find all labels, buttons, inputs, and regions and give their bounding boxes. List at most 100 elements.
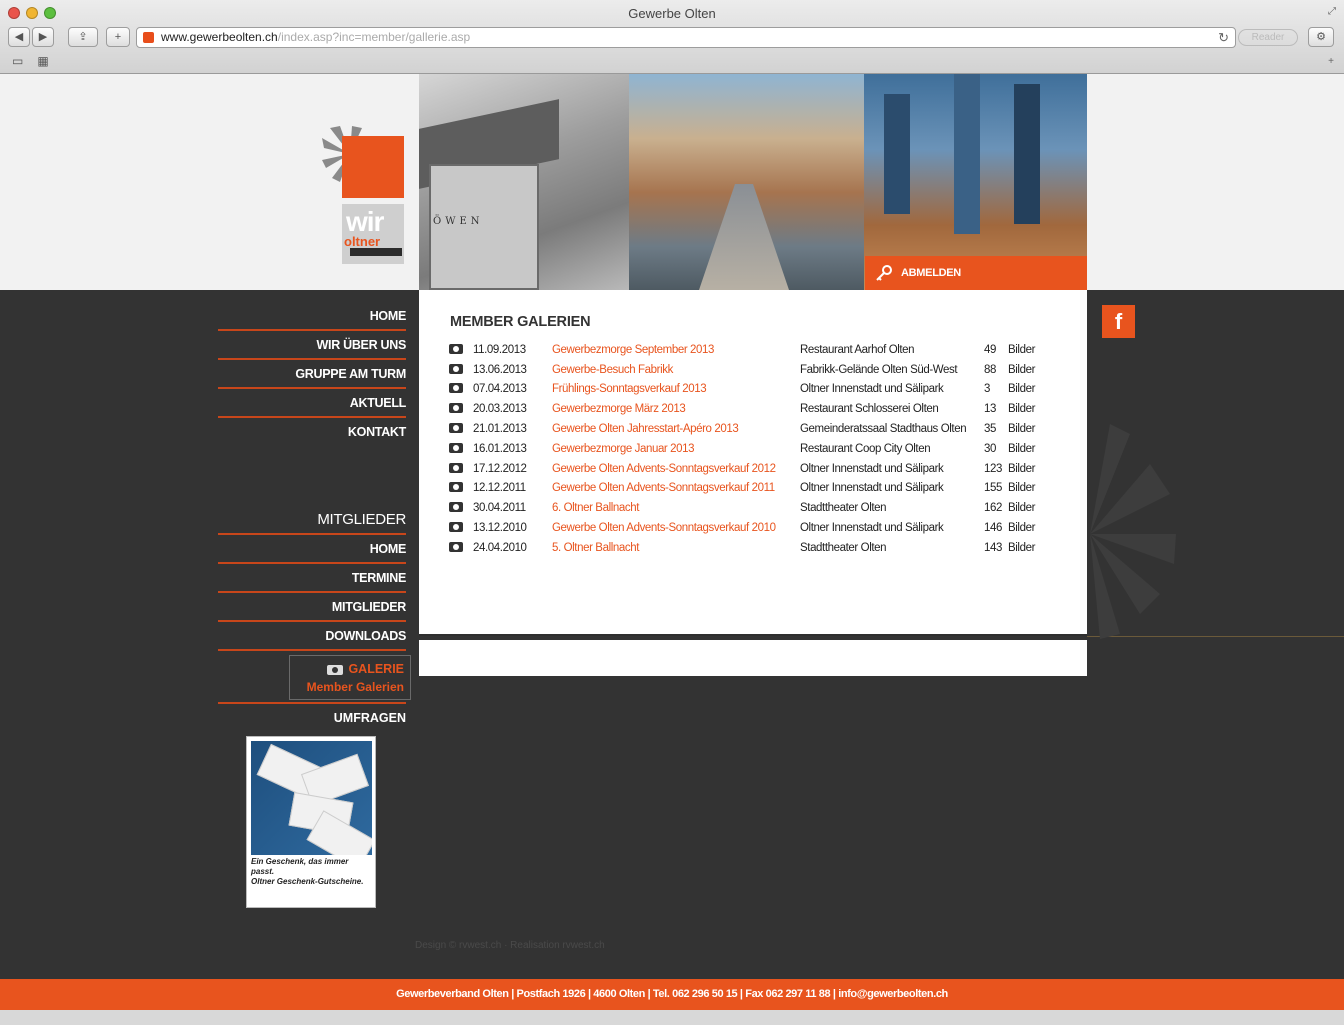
gallery-content-panel: MEMBER GALERIEN 11.09.2013 Gewerbezmorge …: [419, 290, 1087, 636]
nav-item-wir-ueber-uns[interactable]: WIR ÜBER UNS: [218, 331, 406, 360]
nav-item-gruppe-am-turm[interactable]: GRUPPE AM TURM: [218, 360, 406, 389]
members-heading: MITGLIEDER: [218, 506, 406, 535]
camera-icon: [449, 482, 463, 493]
gallery-location: Stadttheater Olten: [800, 541, 887, 554]
gallery-event-link[interactable]: 5. Oltner Ballnacht: [552, 538, 800, 558]
back-button[interactable]: ◀: [8, 27, 30, 47]
gallery-image-unit: Bilder: [1008, 363, 1036, 376]
gallery-image-unit: Bilder: [1008, 423, 1036, 436]
table-row: 07.04.2013 Frühlings-Sonntagsverkauf 2013…: [449, 380, 1048, 400]
camera-icon: [449, 462, 463, 473]
gallery-image-unit: Bilder: [1008, 442, 1036, 455]
gallery-event-link[interactable]: Frühlings-Sonntagsverkauf 2013: [552, 380, 800, 400]
galerie-label: GALERIE: [348, 662, 404, 676]
gallery-image-count: 13: [984, 403, 996, 416]
gallery-image-count: 30: [984, 442, 996, 455]
table-row: 21.01.2013 Gewerbe Olten Jahresstart-Apér…: [449, 419, 1048, 439]
camera-icon: [449, 442, 463, 453]
gallery-location: Stadttheater Olten: [800, 502, 887, 515]
url-path: /index.asp?inc=member/gallerie.asp: [277, 30, 471, 44]
member-nav-umfragen[interactable]: UMFRAGEN: [218, 702, 406, 730]
logout-button[interactable]: ABMELDEN: [865, 256, 1087, 290]
member-nav-termine[interactable]: TERMINE: [218, 564, 406, 593]
credits-text: Design © rvwest.ch · Realisation rvwest.…: [415, 940, 605, 951]
gallery-date: 07.04.2013: [473, 383, 527, 396]
reader-button[interactable]: Reader: [1238, 29, 1298, 46]
member-galerien-sublink[interactable]: Member Galerien: [290, 679, 404, 695]
camera-icon: [449, 518, 473, 538]
member-nav-downloads[interactable]: DOWNLOADS: [218, 622, 406, 651]
address-bar[interactable]: www.gewerbeolten.ch/index.asp?inc=member…: [136, 27, 1236, 48]
gallery-image-unit: Bilder: [1008, 343, 1036, 356]
gallery-event-link[interactable]: Gewerbe-Besuch Fabrikk: [552, 360, 800, 380]
gallery-event-link[interactable]: Gewerbezmorge März 2013: [552, 399, 800, 419]
gallery-event-link[interactable]: Gewerbe Olten Advents-Sonntagsverkauf 20…: [552, 518, 800, 538]
member-nav-home[interactable]: HOME: [218, 535, 406, 564]
voucher-caption: Ein Geschenk, das immer passt. Oltner Ge…: [251, 857, 364, 886]
nav-item-kontakt[interactable]: KONTAKT: [218, 418, 406, 447]
settings-gear-button[interactable]: ⚙: [1308, 27, 1334, 47]
add-bookmark-button[interactable]: +: [106, 27, 130, 47]
key-icon: [876, 265, 892, 281]
gallery-event-link[interactable]: Gewerbe Olten Advents-Sonntagsverkauf 20…: [552, 479, 800, 499]
gallery-date: 12.12.2011: [473, 482, 526, 495]
gallery-date: 13.12.2010: [473, 522, 527, 535]
logo-wordmark: wir oltner: [342, 204, 404, 264]
gallery-image-count: 123: [984, 462, 1002, 475]
table-row: 16.01.2013 Gewerbezmorge Januar 2013 Resta…: [449, 439, 1048, 459]
wir-oltner-logo[interactable]: wir oltner: [318, 124, 410, 264]
member-nav-mitglieder[interactable]: MITGLIEDER: [218, 593, 406, 622]
gallery-event-link[interactable]: Gewerbezmorge September 2013: [552, 340, 800, 360]
camera-icon: [449, 340, 473, 360]
forward-button[interactable]: ▶: [32, 27, 54, 47]
camera-icon: [449, 538, 473, 558]
page: wir oltner ÖWEN ABMELDEN HOME WIR ÜBER U…: [0, 74, 1344, 1025]
gallery-image-unit: Bilder: [1008, 522, 1036, 535]
gallery-date: 24.04.2010: [473, 541, 527, 554]
gallery-event-link[interactable]: Gewerbe Olten Advents-Sonntagsverkauf 20…: [552, 459, 800, 479]
camera-icon: [449, 541, 463, 552]
nav-item-aktuell[interactable]: AKTUELL: [218, 389, 406, 418]
gallery-image-count: 146: [984, 522, 1002, 535]
reload-icon[interactable]: ↻: [1218, 28, 1229, 47]
favicon-icon: [143, 32, 154, 43]
gallery-image-count: 35: [984, 423, 996, 436]
gallery-image-count: 49: [984, 343, 996, 356]
gallery-image-count: 155: [984, 482, 1002, 495]
gallery-image-count: 88: [984, 363, 996, 376]
member-nav-galerie-active[interactable]: GALERIE Member Galerien: [289, 655, 411, 700]
voucher-ad-image: [251, 741, 372, 855]
banner-street-photo: [629, 74, 864, 290]
main-navigation: HOME WIR ÜBER UNS GRUPPE AM TURM AKTUELL…: [218, 302, 406, 447]
camera-icon: [449, 459, 473, 479]
gallery-event-link[interactable]: Gewerbe Olten Jahresstart-Apéro 2013: [552, 419, 800, 439]
share-button[interactable]: ⇪: [68, 27, 98, 47]
gallery-event-link[interactable]: 6. Oltner Ballnacht: [552, 498, 800, 518]
gallery-table: 11.09.2013 Gewerbezmorge September 2013 Re…: [449, 340, 1048, 558]
gallery-date: 17.12.2012: [473, 462, 527, 475]
gallery-event-link[interactable]: Gewerbezmorge Januar 2013: [552, 439, 800, 459]
bookmarks-bar: ▭ ▦: [12, 54, 49, 68]
table-row: 20.03.2013 Gewerbezmorge März 2013 Restaur…: [449, 399, 1048, 419]
content-footer-panel: [419, 640, 1087, 676]
top-sites-grid-icon[interactable]: ▦: [37, 54, 48, 68]
gift-voucher-ad[interactable]: Ein Geschenk, das immer passt. Oltner Ge…: [246, 736, 376, 908]
window-title: Gewerbe Olten: [628, 6, 716, 21]
camera-icon: [449, 439, 473, 459]
fullscreen-icon[interactable]: ⤢: [1328, 6, 1336, 17]
gallery-location: Oltner Innenstadt und Sälipark: [800, 383, 944, 396]
gallery-location: Gemeinderatssaal Stadthaus Olten: [800, 423, 967, 436]
decorative-sun-icon: [1090, 424, 1176, 639]
bookmarks-book-icon[interactable]: ▭: [12, 54, 23, 68]
url-domain: www.gewerbeolten.ch: [161, 30, 278, 44]
facebook-icon[interactable]: f: [1102, 305, 1135, 338]
gallery-date: 20.03.2013: [473, 403, 527, 416]
camera-icon: [449, 399, 473, 419]
gallery-image-unit: Bilder: [1008, 541, 1036, 554]
camera-icon: [449, 419, 473, 439]
camera-icon: [449, 343, 463, 354]
gallery-camera-icon: [327, 665, 344, 675]
logo-subword: oltner: [344, 234, 381, 249]
new-tab-icon[interactable]: +: [1328, 56, 1334, 67]
nav-item-home[interactable]: HOME: [218, 302, 406, 331]
